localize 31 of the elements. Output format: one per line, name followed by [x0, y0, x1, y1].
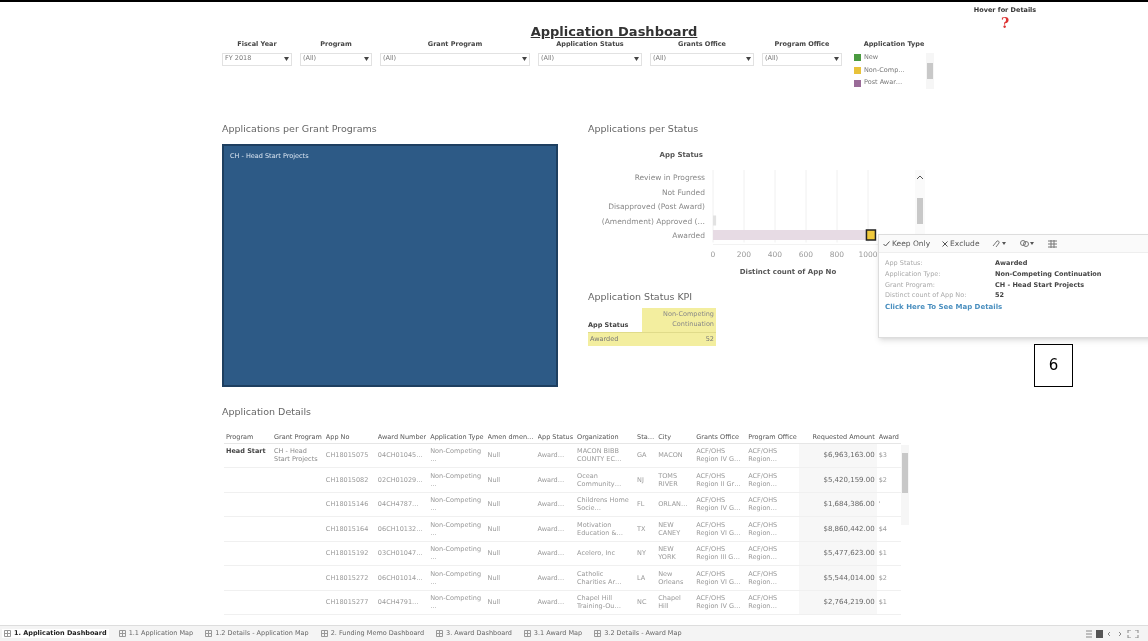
grid-icon [436, 630, 444, 637]
legend-swatch[interactable] [854, 79, 861, 87]
scrollbar[interactable] [926, 52, 934, 89]
section-title: Applications per Grant Programs [221, 122, 378, 136]
legend-swatch[interactable] [854, 54, 861, 62]
scrollbar[interactable] [900, 445, 909, 525]
section-title: Applications per Status [588, 122, 700, 136]
grid-icon [205, 630, 213, 637]
dropdown-arrow-icon [364, 57, 369, 62]
dropdown-arrow-icon [284, 57, 289, 62]
close-icon [942, 240, 949, 247]
dashboard-title: Application Dashboard [530, 23, 698, 41]
dropdown-arrow-icon [746, 57, 751, 62]
grid-icon [4, 630, 11, 637]
help-icon[interactable]: ? [1000, 15, 1010, 30]
dropdown-arrow-icon [522, 57, 527, 62]
dropdown-arrow-icon [834, 57, 839, 62]
grid-icon [523, 630, 531, 637]
section-title: Application Details [221, 405, 313, 419]
grid-icon [320, 630, 328, 637]
check-icon [883, 240, 890, 247]
selected-bar-segment[interactable] [865, 229, 877, 241]
paperclip-icon[interactable] [991, 239, 1006, 248]
dropdown-arrow-icon [634, 57, 639, 62]
section-title: Application Status KPI [588, 290, 693, 304]
view-data-icon[interactable] [1047, 239, 1057, 248]
grid-icon [118, 630, 126, 637]
legend-swatch[interactable] [854, 66, 861, 74]
annotation-number: 6 [1034, 344, 1073, 387]
grid-icon [594, 630, 602, 637]
set-icon[interactable] [1019, 239, 1034, 248]
